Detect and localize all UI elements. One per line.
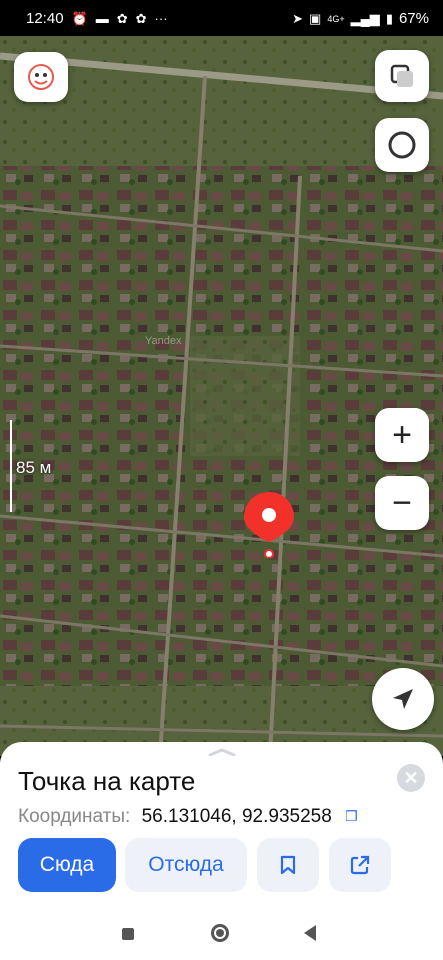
coordinates-row: Координаты: 56.131046, 92.935258 ❐: [18, 806, 358, 830]
traffic-button[interactable]: [375, 118, 429, 172]
bookmark-icon: [280, 855, 296, 875]
layers-icon: [390, 64, 413, 87]
network-type: 4G+: [327, 13, 345, 24]
map-scale-label: 85 м: [16, 458, 52, 477]
place-title: Точка на карте: [18, 766, 196, 796]
locate-me-button[interactable]: [372, 668, 434, 730]
close-button[interactable]: ✕: [397, 764, 425, 792]
coordinates-label: Координаты:: [18, 806, 131, 827]
copy-icon[interactable]: ❐: [345, 808, 358, 825]
more-icon: ···: [154, 11, 168, 26]
bookmark-button[interactable]: [257, 838, 319, 892]
locate-icon: [393, 689, 413, 709]
route-from-button[interactable]: Отсюда: [125, 838, 247, 892]
home-icon[interactable]: [211, 924, 229, 942]
map-pin-icon[interactable]: [243, 490, 295, 558]
flower-icon: ✿: [116, 10, 128, 26]
status-bar: 12:40 ⏰ ▬ ✿ ✿ ··· ➤ ▣ 4G+ ▂▄▆ ▮ 67%: [0, 0, 443, 36]
battery-icon: ▮: [385, 10, 393, 26]
avatar-icon: [28, 64, 54, 90]
volte-icon: ▣: [309, 10, 322, 26]
status-time: 12:40: [26, 10, 64, 27]
close-icon: ✕: [403, 767, 419, 788]
traffic-icon: [388, 131, 416, 159]
share-button[interactable]: [329, 838, 391, 892]
coordinates-value[interactable]: 56.131046, 92.935258: [142, 806, 332, 827]
map-watermark: Yandex: [145, 335, 182, 347]
alarm-icon: ⏰: [71, 10, 88, 26]
share-icon: [350, 855, 370, 875]
flower-icon: ✿: [135, 10, 147, 26]
signal-icon: ▂▄▆: [350, 10, 380, 26]
back-icon[interactable]: [304, 925, 316, 941]
system-nav-bar: [0, 906, 443, 960]
action-buttons: Сюда Отсюда: [0, 834, 443, 898]
sheet-handle-icon[interactable]: [208, 748, 236, 756]
battery-level: 67%: [398, 10, 429, 27]
profile-avatar-button[interactable]: [14, 52, 68, 102]
zoom-in-button[interactable]: +: [375, 408, 429, 462]
zoom-out-button[interactable]: −: [375, 476, 429, 530]
gallery-icon: ▬: [95, 11, 109, 26]
route-to-button[interactable]: Сюда: [18, 838, 116, 892]
layers-button[interactable]: [375, 50, 429, 102]
recents-icon[interactable]: [122, 928, 134, 940]
location-arrow-icon: ➤: [292, 10, 304, 26]
